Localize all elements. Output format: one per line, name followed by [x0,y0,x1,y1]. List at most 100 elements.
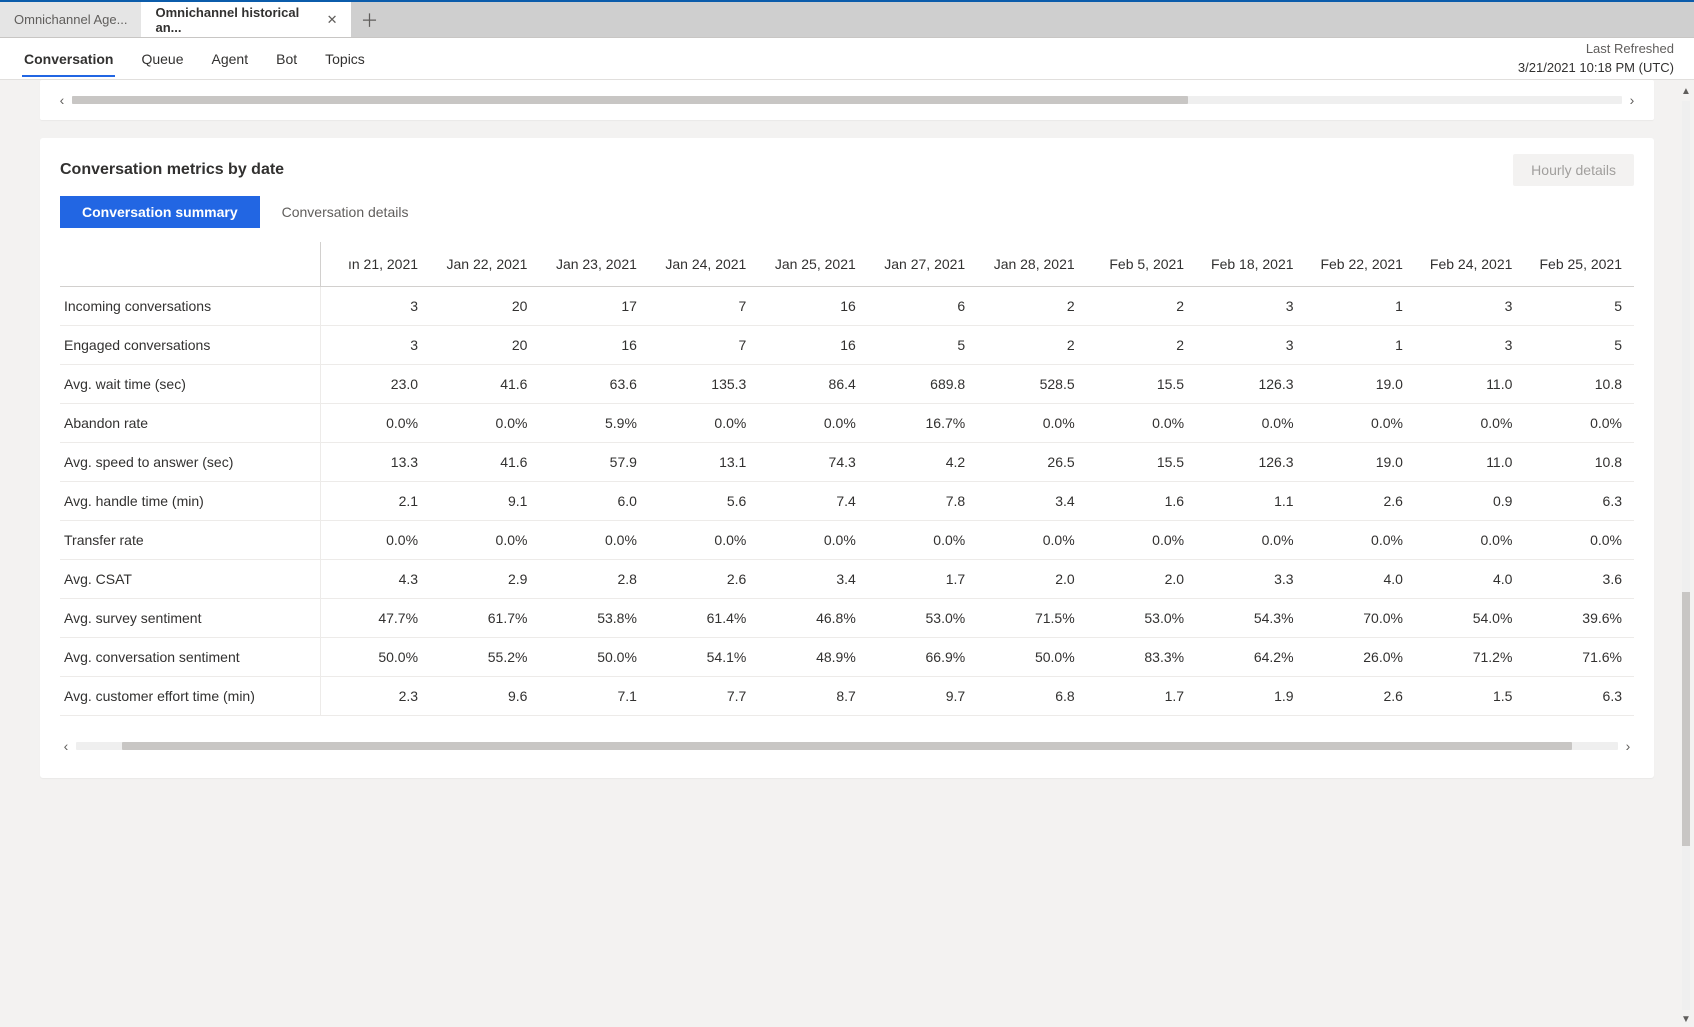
metrics-table-wrap: ın 21, 2021Jan 22, 2021Jan 23, 2021Jan 2… [60,242,1634,716]
scroll-thumb[interactable] [1682,592,1690,847]
scroll-track[interactable] [72,96,1622,104]
metric-label: Incoming conversations [60,287,321,326]
metric-value: 0.0% [539,521,648,560]
metric-value: 86.4 [758,365,867,404]
tab-label: Omnichannel Age... [14,12,127,27]
metric-value: 0.9 [1415,482,1524,521]
metric-value: 9.1 [430,482,539,521]
nav-agent[interactable]: Agent [210,41,251,77]
hourly-details-button[interactable]: Hourly details [1513,154,1634,186]
nav-bot[interactable]: Bot [274,41,299,77]
chevron-right-icon[interactable]: › [1622,738,1634,754]
metric-value: 3 [321,287,430,326]
tab-omnichannel-agent[interactable]: Omnichannel Age... [0,2,141,37]
metric-value: 19.0 [1306,365,1415,404]
metric-value: 50.0% [977,638,1086,677]
metric-value: 54.0% [1415,599,1524,638]
metric-value: 0.0% [758,521,867,560]
metric-value: 11.0 [1415,443,1524,482]
metric-value: 1.7 [1087,677,1196,716]
metric-value: 9.7 [868,677,977,716]
metric-value: 57.9 [539,443,648,482]
table-horizontal-scrollbar[interactable]: ‹ › [60,738,1634,754]
metric-label: Engaged conversations [60,326,321,365]
chevron-left-icon[interactable]: ‹ [56,92,68,108]
metric-value: 5 [1524,326,1634,365]
date-column-header[interactable]: Jan 28, 2021 [977,242,1086,287]
metric-value: 3.4 [977,482,1086,521]
tab-omnichannel-historical[interactable]: Omnichannel historical an... ✕ [141,2,351,37]
date-column-header[interactable]: Feb 5, 2021 [1087,242,1196,287]
metric-value: 0.0% [1087,404,1196,443]
metric-value: 0.0% [430,404,539,443]
metric-value: 7.8 [868,482,977,521]
table-row: Engaged conversations320167165223135 [60,326,1634,365]
metric-value: 20 [430,287,539,326]
scroll-track[interactable] [1682,101,1690,1010]
metric-value: 0.0% [1524,404,1634,443]
metric-value: 3.3 [1196,560,1305,599]
scroll-thumb[interactable] [122,742,1571,750]
date-column-header[interactable]: Jan 25, 2021 [758,242,867,287]
last-refreshed-timestamp: 3/21/2021 10:18 PM (UTC) [1518,59,1674,77]
metric-label: Avg. conversation sentiment [60,638,321,677]
upper-horizontal-scrollbar[interactable]: ‹ › [56,92,1638,108]
metric-value: 7 [649,326,758,365]
last-refreshed: Last Refreshed 3/21/2021 10:18 PM (UTC) [1518,40,1674,76]
metric-value: 83.3% [1087,638,1196,677]
metric-label: Avg. wait time (sec) [60,365,321,404]
metric-value: 0.0% [977,404,1086,443]
page-vertical-scrollbar[interactable]: ▲ ▼ [1678,84,1694,1027]
metric-value: 0.0% [977,521,1086,560]
nav-conversation[interactable]: Conversation [22,41,115,77]
chevron-up-icon[interactable]: ▲ [1679,84,1693,99]
subtab-conversation-details[interactable]: Conversation details [260,196,431,228]
table-row: Avg. CSAT4.32.92.82.63.41.72.02.03.34.04… [60,560,1634,599]
date-column-header[interactable]: ın 21, 2021 [321,242,430,287]
metric-value: 5 [868,326,977,365]
chevron-left-icon[interactable]: ‹ [60,738,72,754]
metric-value: 0.0% [321,521,430,560]
metric-value: 0.0% [649,521,758,560]
metric-value: 71.5% [977,599,1086,638]
metric-value: 4.3 [321,560,430,599]
metric-value: 0.0% [321,404,430,443]
metric-value: 7 [649,287,758,326]
metric-value: 1.6 [1087,482,1196,521]
scroll-track[interactable] [76,742,1618,750]
metric-value: 54.3% [1196,599,1305,638]
metric-value: 6 [868,287,977,326]
metric-value: 46.8% [758,599,867,638]
metric-value: 64.2% [1196,638,1305,677]
metric-value: 10.8 [1524,365,1634,404]
nav-queue[interactable]: Queue [139,41,185,77]
metric-value: 0.0% [430,521,539,560]
metric-label: Avg. handle time (min) [60,482,321,521]
date-column-header[interactable]: Jan 23, 2021 [539,242,648,287]
metric-value: 26.0% [1306,638,1415,677]
date-column-header[interactable]: Jan 24, 2021 [649,242,758,287]
chevron-right-icon[interactable]: › [1626,92,1638,108]
metric-value: 23.0 [321,365,430,404]
table-row: Avg. speed to answer (sec)13.341.657.913… [60,443,1634,482]
chevron-down-icon[interactable]: ▼ [1679,1012,1693,1027]
metric-value: 71.6% [1524,638,1634,677]
close-icon[interactable]: ✕ [327,12,338,28]
nav-topics[interactable]: Topics [323,41,367,77]
metric-value: 126.3 [1196,365,1305,404]
metric-value: 2.3 [321,677,430,716]
metric-value: 1.5 [1415,677,1524,716]
date-column-header[interactable]: Feb 18, 2021 [1196,242,1305,287]
date-column-header[interactable]: Feb 25, 2021 [1524,242,1634,287]
date-column-header[interactable]: Feb 24, 2021 [1415,242,1524,287]
scroll-thumb[interactable] [72,96,1188,104]
metric-value: 17 [539,287,648,326]
metric-value: 6.3 [1524,482,1634,521]
table-row: Avg. wait time (sec)23.041.663.6135.386.… [60,365,1634,404]
upper-panel: ‹ › [40,80,1654,120]
subtab-conversation-summary[interactable]: Conversation summary [60,196,260,228]
date-column-header[interactable]: Feb 22, 2021 [1306,242,1415,287]
date-column-header[interactable]: Jan 22, 2021 [430,242,539,287]
new-tab-button[interactable]: ＋ [351,2,387,38]
date-column-header[interactable]: Jan 27, 2021 [868,242,977,287]
